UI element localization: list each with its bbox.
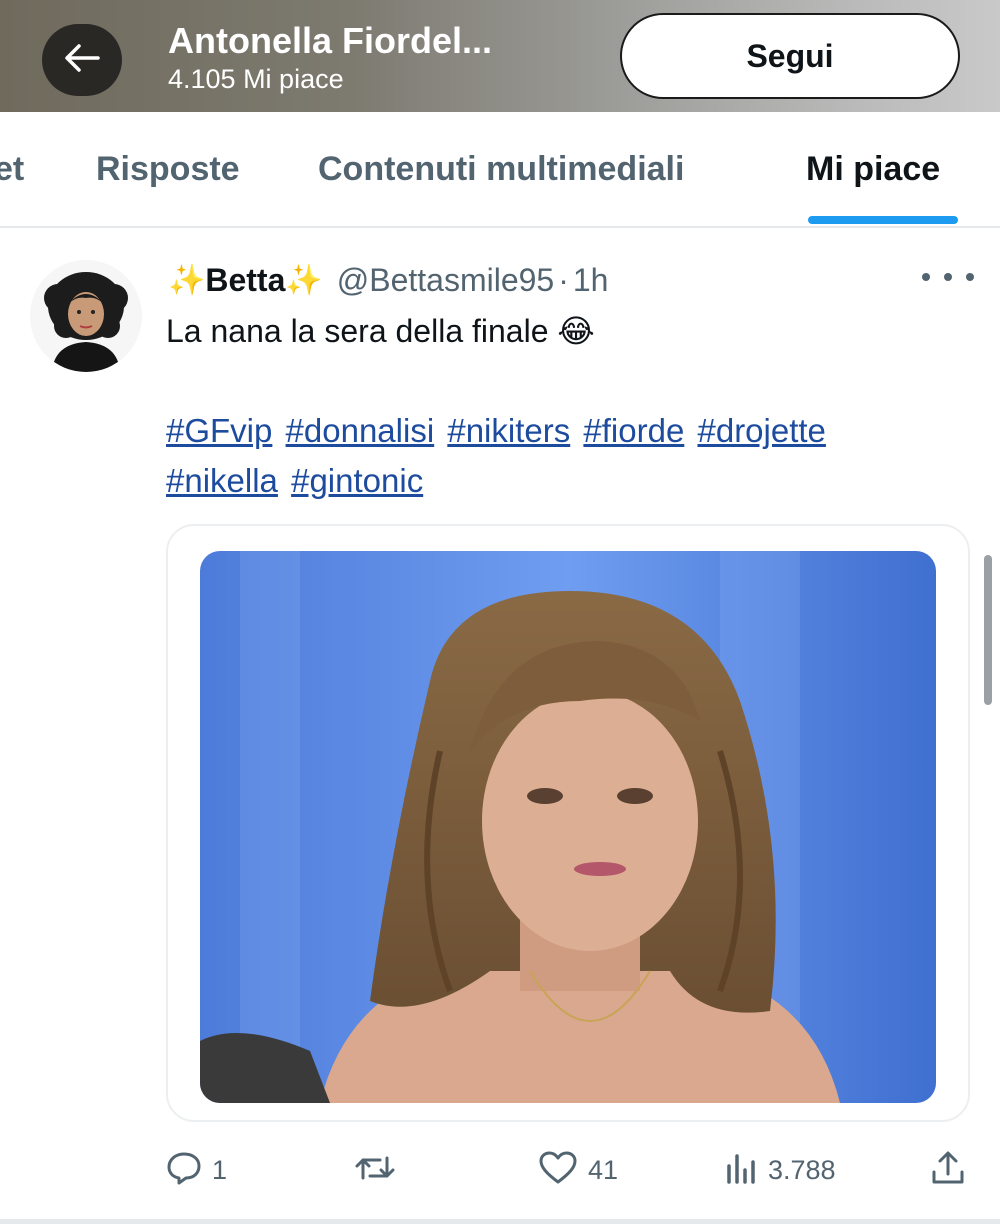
avatar[interactable]	[30, 260, 142, 372]
profile-name: Antonella Fiordel...	[168, 20, 493, 61]
follow-button[interactable]: Segui	[620, 13, 960, 99]
view-count: 3.788	[768, 1154, 836, 1185]
tweet-text: La nana la sera della finale 😂	[166, 312, 595, 350]
tweet-actions: 1 41 3.788	[0, 1140, 1000, 1200]
active-tab-indicator	[808, 216, 958, 224]
tweet-time[interactable]: 1h	[573, 262, 609, 299]
author-name[interactable]: Betta	[205, 262, 285, 299]
retweet-button[interactable]	[354, 1148, 406, 1192]
reply-icon	[166, 1150, 202, 1191]
hashtag-link[interactable]: #fiorde	[583, 412, 684, 449]
like-count: 41	[588, 1154, 619, 1185]
divider	[0, 1219, 1000, 1224]
tab-likes[interactable]: Mi piace	[806, 150, 940, 189]
retweet-icon	[354, 1150, 396, 1191]
time-separator: ·	[558, 261, 569, 298]
back-button[interactable]	[42, 24, 122, 96]
hashtag-link[interactable]: #donnalisi	[286, 412, 435, 449]
more-options-icon[interactable]	[922, 262, 974, 292]
hashtag-link[interactable]: #drojette	[697, 412, 825, 449]
tweet-photo[interactable]	[200, 551, 936, 1103]
sparkle-icon: ✨	[168, 263, 206, 297]
tab-media[interactable]: Contenuti multimediali	[318, 150, 684, 189]
arrow-left-icon	[64, 43, 100, 78]
scrollbar[interactable]	[984, 555, 992, 705]
reply-count: 1	[212, 1154, 228, 1185]
sparkle-icon: ✨	[285, 263, 323, 297]
views-button[interactable]: 3.788	[724, 1148, 836, 1192]
laughing-emoji-icon: 😂	[557, 313, 595, 349]
share-button[interactable]	[930, 1148, 966, 1192]
share-icon	[930, 1150, 966, 1191]
like-button[interactable]: 41	[538, 1148, 618, 1192]
hashtag-link[interactable]: #GFvip	[166, 412, 272, 449]
tweet-header: ✨ Betta ✨ @Bettasmile95 · 1h	[168, 258, 608, 302]
tab-replies[interactable]: Risposte	[96, 150, 240, 189]
hashtag-list: #GFvip #donnalisi #nikiters #fiorde #dro…	[166, 406, 966, 506]
hashtag-link[interactable]: #gintonic	[291, 462, 423, 499]
likes-count: 4.105 Mi piace	[168, 64, 344, 94]
hashtag-link[interactable]: #nikiters	[447, 412, 570, 449]
profile-header: Antonella Fiordel... 4.105 Mi piace Segu…	[0, 0, 1000, 112]
tweet-body: La nana la sera della finale	[166, 313, 549, 349]
author-handle[interactable]: @Bettasmile95	[337, 262, 554, 299]
reply-button[interactable]: 1	[166, 1148, 227, 1192]
profile-tabs: et Risposte Contenuti multimediali Mi pi…	[0, 112, 1000, 228]
tab-posts[interactable]: et	[0, 150, 24, 189]
hashtag-link[interactable]: #nikella	[166, 462, 278, 499]
heart-icon	[538, 1150, 578, 1191]
bar-chart-icon	[724, 1150, 758, 1191]
